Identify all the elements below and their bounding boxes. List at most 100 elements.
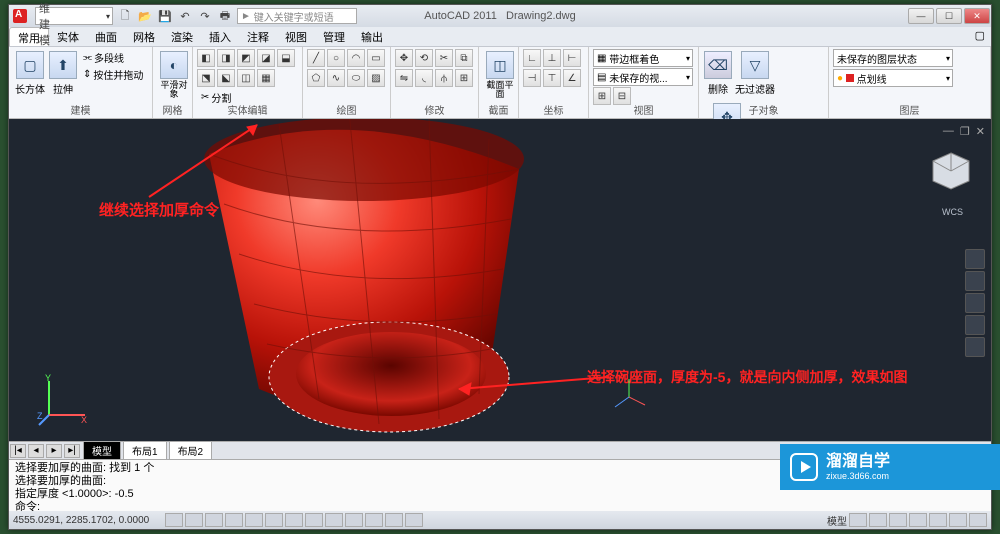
tab-nav-next[interactable]: ▸ — [46, 444, 62, 458]
status-osnap-icon[interactable] — [245, 513, 263, 527]
status-r7-icon[interactable] — [969, 513, 987, 527]
solidedit-btn-1[interactable]: ◧ — [197, 49, 215, 67]
qat-undo-icon[interactable]: ↶ — [177, 8, 193, 24]
maximize-button[interactable]: ☐ — [936, 8, 962, 24]
draw-poly-icon[interactable]: ⬠ — [307, 69, 325, 87]
status-lwt-icon[interactable] — [345, 513, 363, 527]
status-polar-icon[interactable] — [225, 513, 243, 527]
ucs-icon-6[interactable]: ∠ — [563, 69, 581, 87]
delete-button[interactable]: ⌫删除 — [703, 49, 733, 99]
status-qp-icon[interactable] — [385, 513, 403, 527]
tab-annotate[interactable]: 注释 — [239, 27, 277, 46]
draw-line-icon[interactable]: ╱ — [307, 49, 325, 67]
draw-arc-icon[interactable]: ◠ — [347, 49, 365, 67]
tab-surface[interactable]: 曲面 — [87, 27, 125, 46]
fillet-icon[interactable]: ◟ — [415, 69, 433, 87]
coordinates[interactable]: 4555.0291, 2285.1702, 0.0000 — [13, 515, 163, 526]
tab-model[interactable]: 模型 — [83, 441, 121, 460]
qat-new-icon[interactable]: 🗋 — [117, 8, 133, 24]
status-dyn-icon[interactable] — [325, 513, 343, 527]
draw-circle-icon[interactable]: ○ — [327, 49, 345, 67]
status-r2-icon[interactable] — [869, 513, 887, 527]
ucs-icon-4[interactable]: ⊣ — [523, 69, 541, 87]
draw-ellipse-icon[interactable]: ⬭ — [347, 69, 365, 87]
copy-icon[interactable]: ⧉ — [455, 49, 473, 67]
tab-layout2[interactable]: 布局2 — [169, 441, 213, 460]
offset-icon[interactable]: ⫛ — [435, 69, 453, 87]
qat-print-icon[interactable]: 🖶 — [217, 8, 233, 24]
qat-open-icon[interactable]: 📂 — [137, 8, 153, 24]
status-tpy-icon[interactable] — [365, 513, 383, 527]
ribbon-expand-icon[interactable]: ▢ — [969, 27, 991, 46]
status-r1-icon[interactable] — [849, 513, 867, 527]
nofilter-button[interactable]: ▽无过滤器 — [735, 49, 775, 99]
qat-save-icon[interactable]: 💾 — [157, 8, 173, 24]
section-plane-button[interactable]: ◫截面平面 — [483, 49, 517, 99]
array-icon[interactable]: ⊞ — [455, 69, 473, 87]
tab-nav-last[interactable]: ▸| — [64, 444, 80, 458]
box-button[interactable]: ▢长方体 — [13, 49, 47, 99]
status-r6-icon[interactable] — [949, 513, 967, 527]
status-ortho-icon[interactable] — [205, 513, 223, 527]
status-r3-icon[interactable] — [889, 513, 907, 527]
tab-render[interactable]: 渲染 — [163, 27, 201, 46]
qat-redo-icon[interactable]: ↷ — [197, 8, 213, 24]
trim-icon[interactable]: ✂ — [435, 49, 453, 67]
draw-spline-icon[interactable]: ∿ — [327, 69, 345, 87]
tab-manage[interactable]: 管理 — [315, 27, 353, 46]
status-otrack-icon[interactable] — [285, 513, 303, 527]
tab-nav-prev[interactable]: ◂ — [28, 444, 44, 458]
drawing-viewport[interactable]: — ❐ ✕ — [9, 119, 991, 441]
solidedit-btn-4[interactable]: ◪ — [257, 49, 275, 67]
help-search-input[interactable]: ► 键入关键字或短语 — [237, 8, 357, 24]
presspull-button[interactable]: ⇕按住并拖动 — [79, 66, 147, 82]
status-3dosnap-icon[interactable] — [265, 513, 283, 527]
nav-zoom-icon[interactable] — [965, 293, 985, 313]
tab-layout1[interactable]: 布局1 — [123, 441, 167, 460]
minimize-button[interactable]: — — [908, 8, 934, 24]
status-snap-icon[interactable] — [165, 513, 183, 527]
thicken-button[interactable]: ▦ — [257, 69, 275, 87]
nav-wheel-icon[interactable] — [965, 249, 985, 269]
visual-style-dropdown[interactable]: ▦ 带边框着色 — [593, 49, 693, 67]
tab-insert[interactable]: 插入 — [201, 27, 239, 46]
smooth-button[interactable]: ◐平滑对象 — [157, 49, 191, 99]
rotate-icon[interactable]: ⟲ — [415, 49, 433, 67]
ucs-icon-1[interactable]: ∟ — [523, 49, 541, 67]
ucs-icon-3[interactable]: ⊢ — [563, 49, 581, 67]
inner-max-icon[interactable]: ❐ — [960, 125, 970, 138]
nav-showmotion-icon[interactable] — [965, 337, 985, 357]
inner-min-icon[interactable]: — — [943, 125, 954, 138]
tab-mesh[interactable]: 网格 — [125, 27, 163, 46]
view-dropdown[interactable]: ▤ 未保存的视... — [593, 68, 693, 86]
layer-dropdown[interactable]: ● 点划线 — [833, 69, 953, 87]
viewcube[interactable] — [929, 149, 973, 193]
solidedit-btn-2[interactable]: ◨ — [217, 49, 235, 67]
solidedit-btn-5[interactable]: ⬓ — [277, 49, 295, 67]
close-button[interactable]: ✕ — [964, 8, 990, 24]
inner-close-icon[interactable]: ✕ — [976, 125, 985, 138]
nav-pan-icon[interactable] — [965, 271, 985, 291]
draw-hatch-icon[interactable]: ▨ — [367, 69, 385, 87]
nav-orbit-icon[interactable] — [965, 315, 985, 335]
status-r4-icon[interactable] — [909, 513, 927, 527]
status-model[interactable]: 模型 — [827, 513, 847, 528]
tab-nav-first[interactable]: |◂ — [10, 444, 26, 458]
app-icon[interactable] — [13, 9, 27, 23]
draw-rect-icon[interactable]: ▭ — [367, 49, 385, 67]
polyline-button[interactable]: ⫘多段线 — [79, 49, 147, 65]
status-r5-icon[interactable] — [929, 513, 947, 527]
move-icon[interactable]: ✥ — [395, 49, 413, 67]
tab-output[interactable]: 输出 — [353, 27, 391, 46]
extrude-button[interactable]: ⬆拉伸 — [49, 49, 77, 99]
solidedit-btn-6[interactable]: ⬔ — [197, 69, 215, 87]
workspace-dropdown[interactable]: 三维建模 — [35, 7, 113, 25]
solidedit-btn-8[interactable]: ◫ — [237, 69, 255, 87]
status-ducs-icon[interactable] — [305, 513, 323, 527]
status-sc-icon[interactable] — [405, 513, 423, 527]
mirror-icon[interactable]: ⇋ — [395, 69, 413, 87]
layer-state-dropdown[interactable]: 未保存的图层状态 — [833, 49, 953, 67]
solidedit-btn-3[interactable]: ◩ — [237, 49, 255, 67]
status-grid-icon[interactable] — [185, 513, 203, 527]
tab-view[interactable]: 视图 — [277, 27, 315, 46]
